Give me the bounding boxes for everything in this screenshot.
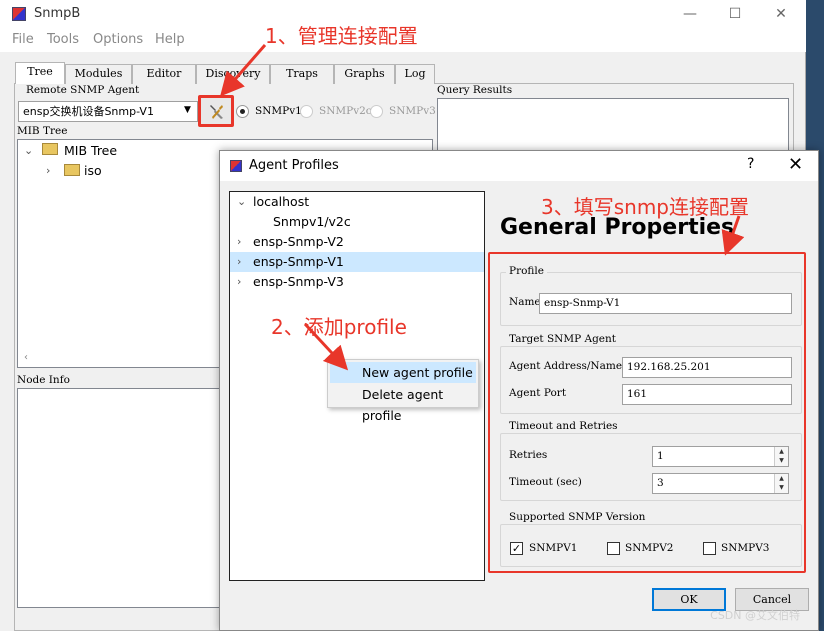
tab-graphs[interactable]: Graphs [334,64,395,84]
delete-agent-profile-item[interactable]: Delete agent profile [330,384,476,423]
chevron-right-icon[interactable]: › [237,272,241,292]
context-menu: New agent profile Delete agent profile [327,359,479,423]
tab-log[interactable]: Log [395,64,435,84]
chevron-down-icon[interactable]: ▼ [184,105,191,115]
chevron-right-icon[interactable]: › [46,164,50,177]
tab-modules[interactable]: Modules [65,64,132,84]
minimize-icon[interactable]: — [680,4,700,24]
tree-item-label: localhost [253,194,310,209]
tab-tree[interactable]: Tree [15,62,65,84]
snmpv3-label: SNMPv3 [389,105,436,117]
agent-select[interactable]: ensp交换机设备Snmp-V1 [18,101,198,122]
tab-traps[interactable]: Traps [270,64,334,84]
watermark: CSDN @艾文伯特 [710,609,800,622]
menu-options[interactable]: Options [93,32,143,47]
query-results-label: Query Results [437,84,513,96]
tree-item-ensp-snmp-v2[interactable]: › ensp-Snmp-V2 [230,232,484,252]
close-icon[interactable]: ✕ [771,4,791,24]
menu-help[interactable]: Help [155,32,185,47]
annotation-step2: 2、添加profile [271,315,407,339]
close-icon[interactable]: ✕ [788,154,803,175]
remote-agent-label: Remote SNMP Agent [26,84,140,96]
wrench-icon [210,105,223,119]
menu-file[interactable]: File [12,32,34,47]
mib-tree-child[interactable]: iso [84,163,102,178]
tree-item-label: Snmpv1/v2c [273,214,351,229]
new-agent-profile-item[interactable]: New agent profile [330,362,476,383]
folder-icon [42,143,58,155]
chevron-down-icon[interactable]: ⌄ [24,144,33,157]
chevron-right-icon[interactable]: › [237,252,241,272]
annotation-step3: 3、填写snmp连接配置 [541,195,749,219]
tree-item-snmpv1v2c[interactable]: Snmpv1/v2c [230,212,484,232]
chevron-right-icon[interactable]: › [237,232,241,252]
tree-item-label: ensp-Snmp-V2 [253,234,344,249]
annotation-step1: 1、管理连接配置 [265,24,418,48]
app-icon [230,160,242,172]
dialog-title: Agent Profiles [249,158,339,173]
tree-item-label: ensp-Snmp-V3 [253,274,344,289]
snmpv1-radio[interactable] [236,105,249,118]
tab-discovery[interactable]: Discovery [196,64,270,84]
highlight-box [488,252,806,573]
chevron-down-icon[interactable]: ⌄ [237,192,246,212]
snmpv1-label: SNMPv1 [255,105,302,117]
app-icon [12,7,26,21]
window-title: SnmpB [34,6,81,21]
tree-item-localhost[interactable]: ⌄ localhost [230,192,484,212]
mib-tree-label: MIB Tree [17,125,68,137]
snmpv3-radio[interactable] [370,105,383,118]
help-icon[interactable]: ? [747,156,754,172]
snmpv2c-radio[interactable] [300,105,313,118]
menu-tools[interactable]: Tools [47,32,79,47]
scroll-left-icon[interactable]: ‹ [24,352,28,363]
agent-profiles-dialog: Agent Profiles ? ✕ ⌄ localhost Snmpv1/v2… [219,150,819,631]
folder-icon [64,164,80,176]
tab-editor[interactable]: Editor [132,64,196,84]
tree-item-ensp-snmp-v3[interactable]: › ensp-Snmp-V3 [230,272,484,292]
snmpv2c-label: SNMPv2c [319,105,372,117]
node-info-label: Node Info [17,374,70,386]
tree-item-label: ensp-Snmp-V1 [253,254,344,269]
tree-item-ensp-snmp-v1[interactable]: › ensp-Snmp-V1 [230,252,484,272]
mib-tree-root[interactable]: MIB Tree [64,143,117,158]
dialog-title-bar: Agent Profiles ? ✕ [220,151,818,181]
maximize-icon[interactable]: ☐ [725,4,745,24]
manage-agent-profiles-button[interactable] [198,95,234,127]
